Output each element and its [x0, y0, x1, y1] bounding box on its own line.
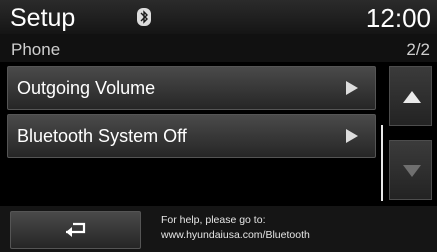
menu-item-label: Outgoing Volume: [17, 78, 156, 98]
page-indicator: 2/2: [406, 40, 430, 59]
screen-title: Setup: [10, 4, 76, 32]
bluetooth-icon: [137, 8, 151, 26]
play-arrow-icon: [346, 129, 358, 143]
help-url: www.hyundaiusa.com/Bluetooth: [161, 229, 310, 241]
section-title: Phone: [11, 40, 61, 59]
help-text: For help, please go to: www.hyundaiusa.c…: [161, 213, 310, 243]
return-arrow-icon: [66, 222, 86, 237]
scroll-down-button[interactable]: [389, 140, 432, 200]
play-arrow-icon: [346, 81, 358, 95]
menu-item-bluetooth-system-off[interactable]: Bluetooth System Off: [7, 114, 376, 158]
menu-item-outgoing-volume[interactable]: Outgoing Volume: [7, 66, 376, 110]
sub-header: Phone 2/2: [0, 34, 437, 62]
scroll-position-bar: [381, 125, 383, 201]
scroll-up-button[interactable]: [389, 66, 432, 126]
triangle-up-icon: [403, 91, 421, 103]
menu-item-label: Bluetooth System Off: [17, 126, 187, 146]
header-bar: Setup 12:00: [0, 0, 437, 34]
back-button[interactable]: [10, 211, 141, 249]
clock: 12:00: [365, 3, 431, 33]
help-line-1: For help, please go to:: [161, 214, 266, 226]
triangle-down-icon: [403, 165, 421, 177]
